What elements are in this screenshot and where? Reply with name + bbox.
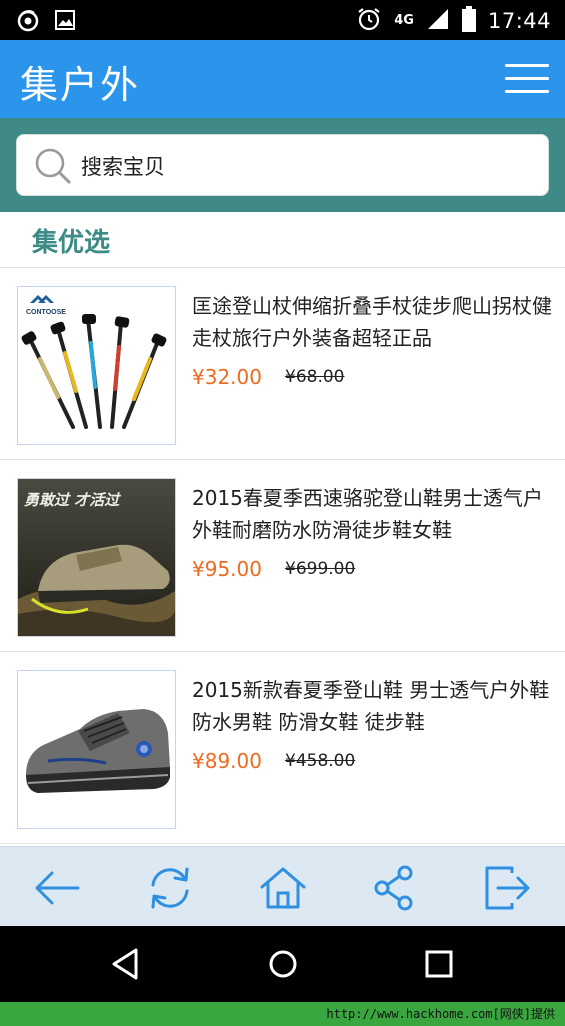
nav-back-icon[interactable] bbox=[106, 944, 146, 984]
alarm-icon bbox=[356, 6, 382, 36]
search-icon bbox=[35, 148, 72, 185]
section-title: 集优选 bbox=[32, 228, 111, 258]
product-image-hiking-shoe-ad[interactable]: 勇敢过 才活过 bbox=[17, 478, 176, 637]
product-list: CONTOOSE 匡途登山杖伸缩折叠手杖徒步爬山拐杖健走杖旅行户外装备超轻正品 … bbox=[0, 268, 565, 844]
search-input[interactable]: 搜索宝贝 bbox=[16, 134, 549, 196]
product-name[interactable]: 匡途登山杖伸缩折叠手杖徒步爬山拐杖健走杖旅行户外装备超轻正品 bbox=[192, 290, 552, 354]
brand-logo-text: CONTOOSE bbox=[26, 309, 66, 316]
refresh-icon[interactable] bbox=[145, 863, 195, 913]
section-header: 集优选 bbox=[0, 212, 565, 268]
gallery-icon bbox=[54, 9, 76, 35]
search-bar-area: 搜索宝贝 bbox=[0, 118, 565, 212]
share-icon[interactable] bbox=[370, 863, 420, 913]
music-app-icon bbox=[16, 8, 40, 36]
battery-icon bbox=[461, 6, 476, 36]
product-image-trekking-poles[interactable]: CONTOOSE bbox=[17, 286, 176, 445]
system-nav-bar bbox=[0, 926, 565, 1002]
product-original-price: ¥68.00 bbox=[285, 367, 345, 387]
clock: 17:44 bbox=[487, 9, 551, 33]
product-original-price: ¥699.00 bbox=[285, 559, 356, 579]
search-placeholder: 搜索宝贝 bbox=[81, 155, 165, 179]
app-title: 集户外 bbox=[20, 63, 141, 107]
watermark: http://www.hackhome.com[网侠]提供 bbox=[0, 1002, 565, 1026]
exit-icon[interactable] bbox=[482, 863, 532, 913]
bottom-toolbar bbox=[0, 846, 565, 926]
product-name[interactable]: 2015新款春夏季登山鞋 男士透气户外鞋 防水男鞋 防滑女鞋 徒步鞋 bbox=[192, 674, 552, 738]
product-price: ¥95.00 bbox=[192, 557, 262, 581]
product-price: ¥32.00 bbox=[192, 365, 262, 389]
menu-button[interactable] bbox=[505, 62, 549, 96]
nav-home-icon[interactable] bbox=[263, 944, 303, 984]
product-price: ¥89.00 bbox=[192, 749, 262, 773]
nav-recents-icon[interactable] bbox=[419, 944, 459, 984]
banner-text: 勇敢过 才活过 bbox=[24, 491, 121, 509]
status-bar: 4G 17:44 bbox=[0, 0, 565, 40]
product-item[interactable]: 勇敢过 才活过 2015春夏季西速骆驼登山鞋男士透气户外鞋耐磨防水防滑徒步鞋女鞋… bbox=[0, 460, 565, 652]
menu-icon bbox=[505, 64, 549, 67]
network-type: 4G bbox=[394, 13, 414, 28]
signal-icon bbox=[426, 7, 450, 35]
product-item[interactable]: 2015新款春夏季登山鞋 男士透气户外鞋 防水男鞋 防滑女鞋 徒步鞋 ¥89.0… bbox=[0, 652, 565, 844]
product-name[interactable]: 2015春夏季西速骆驼登山鞋男士透气户外鞋耐磨防水防滑徒步鞋女鞋 bbox=[192, 482, 552, 546]
product-image-grey-hiking-shoe[interactable] bbox=[17, 670, 176, 829]
back-arrow-icon[interactable] bbox=[32, 863, 82, 913]
product-original-price: ¥458.00 bbox=[285, 751, 356, 771]
product-item[interactable]: CONTOOSE 匡途登山杖伸缩折叠手杖徒步爬山拐杖健走杖旅行户外装备超轻正品 … bbox=[0, 268, 565, 460]
home-icon[interactable] bbox=[258, 863, 308, 913]
app-header: 集户外 bbox=[0, 40, 565, 118]
